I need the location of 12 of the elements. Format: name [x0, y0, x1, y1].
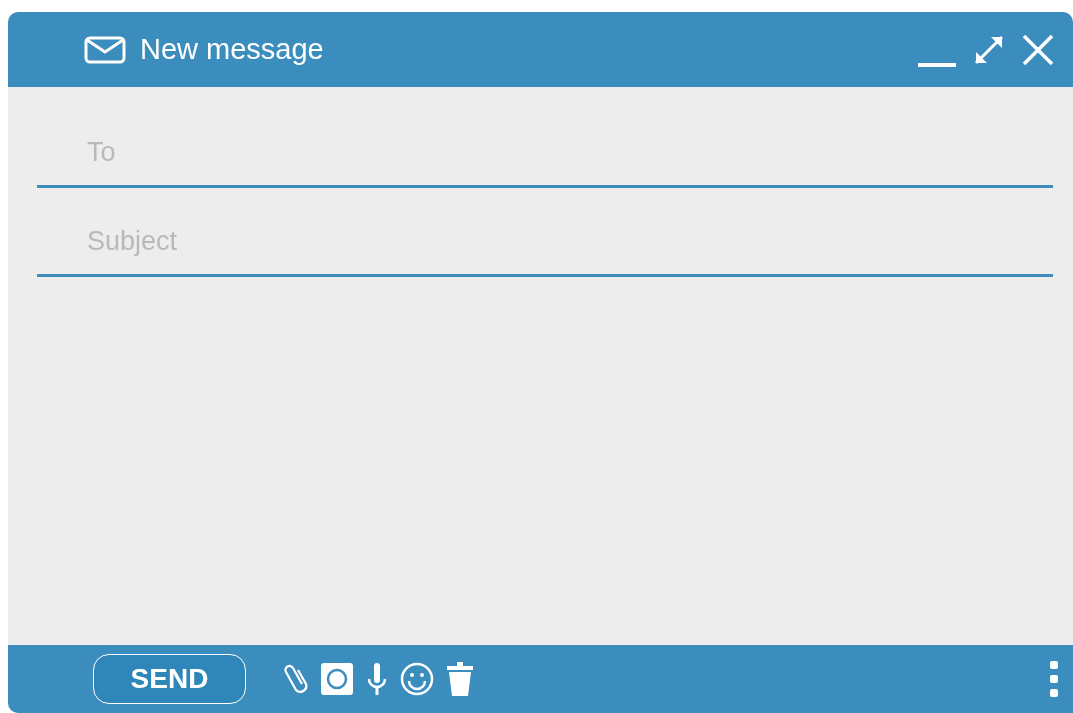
microphone-icon[interactable]	[366, 662, 388, 696]
send-button[interactable]: SEND	[93, 654, 246, 704]
trash-icon[interactable]	[446, 661, 474, 697]
paperclip-icon[interactable]	[284, 662, 308, 696]
close-button[interactable]	[1021, 32, 1055, 67]
minimize-button[interactable]	[917, 62, 957, 67]
camera-icon[interactable]	[320, 662, 354, 696]
window-title: New message	[140, 33, 325, 66]
minimize-icon	[917, 62, 957, 67]
smiley-icon[interactable]	[400, 662, 434, 696]
more-options-icon[interactable]	[1049, 659, 1059, 699]
envelope-icon	[84, 35, 126, 64]
